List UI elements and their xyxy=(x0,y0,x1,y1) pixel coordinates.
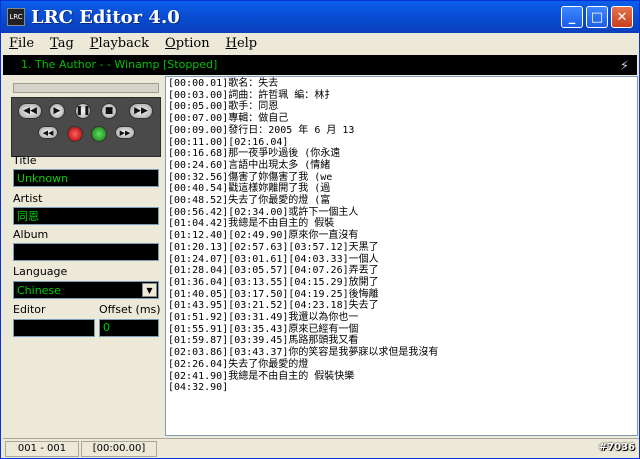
artist-label: Artist xyxy=(13,192,43,205)
winamp-status-bar: 1. The Author - - Winamp [Stopped] ⚡ xyxy=(3,55,637,75)
title-bar[interactable]: LRC LRC Editor 4.0 _ □ ✕ xyxy=(1,1,639,33)
current-time: [00:00.00] xyxy=(81,440,157,457)
maximize-button[interactable]: □ xyxy=(586,6,608,28)
previous-track-button[interactable]: ◀◀ xyxy=(18,103,42,119)
lyric-line: [01:43.95][03:21.52][04:23.18]失去了 xyxy=(168,300,379,312)
lyric-line: [00:32.56]傷害了妳傷害了我 (we xyxy=(168,171,333,183)
close-button[interactable]: ✕ xyxy=(611,6,633,28)
lyric-line: [00:56.42][02:34.00]或許下一個主人 xyxy=(168,206,359,218)
lyric-line: [00:03.00]詞曲：許哲珮 編：林扌 xyxy=(168,89,335,101)
lyric-line: [00:11.00][02:16.04] xyxy=(168,136,289,148)
forward-button[interactable]: ▶▶ xyxy=(115,126,135,139)
offset-label: Offset (ms) xyxy=(99,303,161,316)
album-label: Album xyxy=(13,228,49,241)
status-bar: 001 - 001 [00:00.00] xyxy=(3,438,639,458)
playback-controls: ◀◀ ▶ ❚❚ ■ ▶▶ ◀◀ ▶▶ xyxy=(11,97,161,157)
stop-button[interactable]: ■ xyxy=(101,103,117,119)
lyric-line: [02:26.04]失去了你最愛的燈 xyxy=(168,358,309,370)
language-label: Language xyxy=(13,265,68,278)
sync-icon[interactable] xyxy=(91,126,107,142)
menu-playback[interactable]: Playback xyxy=(90,36,149,51)
menu-option[interactable]: Option xyxy=(165,36,210,51)
next-track-button[interactable]: ▶▶ xyxy=(129,103,153,119)
lyric-line: [01:24.07][03:01.61][04:03.33]一個人 xyxy=(168,253,379,265)
lyric-line: [00:48.52]失去了你最愛的燈 (富 xyxy=(168,195,331,207)
title-field[interactable]: Unknown xyxy=(13,169,159,187)
lyrics-editor[interactable]: [00:00.01]歌名：失去 [00:03.00]詞曲：許哲珮 編：林扌 [0… xyxy=(165,76,638,436)
winamp-logo-icon: ⚡ xyxy=(619,59,629,74)
lyric-line: [00:00.01]歌名：失去 xyxy=(168,78,279,89)
artist-field[interactable]: 同恩 xyxy=(13,207,159,225)
pause-button[interactable]: ❚❚ xyxy=(75,103,91,119)
lyric-line: [00:40.54]戳這樣妳離開了我 (過 xyxy=(168,183,331,195)
lyric-line: [01:12.40][02:49.90]原來你一直沒有 xyxy=(168,230,359,242)
seek-bar[interactable] xyxy=(13,83,159,93)
lyric-line: [04:32.90] xyxy=(168,382,229,394)
metadata-panel: ◀◀ ▶ ❚❚ ■ ▶▶ ◀◀ ▶▶ Title Unknown Artist … xyxy=(3,77,163,437)
menu-tag[interactable]: Tag xyxy=(50,36,74,51)
lyric-line: [00:24.60]言語中出現太多 (情緒 xyxy=(168,159,331,171)
title-label: Title xyxy=(13,154,37,167)
lyric-line: [00:09.00]發行日：2005 年 6 月 13 xyxy=(168,124,355,136)
language-select[interactable]: Chinese ▼ xyxy=(13,281,159,299)
lyric-line: [01:28.04][03:05.57][04:07.26]弄丟了 xyxy=(168,265,379,277)
winamp-status-text: 1. The Author - - Winamp [Stopped] xyxy=(21,58,218,71)
language-select-value: Chinese xyxy=(17,284,61,297)
lyric-line: [00:05.00]歌手：同恩 xyxy=(168,101,279,113)
lyric-line: [01:36.04][03:13.55][04:15.29]放開了 xyxy=(168,276,379,288)
lyric-line: [01:59.87][03:39.45]馬路那頭我又看 xyxy=(168,335,359,347)
lyric-line: [01:20.13][02:57.63][03:57.12]天黑了 xyxy=(168,241,379,253)
app-window: LRC LRC Editor 4.0 _ □ ✕ File Tag Playba… xyxy=(0,0,640,459)
menu-bar: File Tag Playback Option Help xyxy=(1,33,639,54)
record-icon[interactable] xyxy=(67,126,83,142)
rewind-button[interactable]: ◀◀ xyxy=(38,126,58,139)
editor-field[interactable] xyxy=(13,319,95,337)
lyric-line: [01:04.42]我總是不由自主的 假裝 xyxy=(168,218,335,230)
line-counter: 001 - 001 xyxy=(5,440,79,457)
editor-label: Editor xyxy=(13,303,46,316)
window-title: LRC Editor 4.0 xyxy=(31,6,180,28)
album-field[interactable] xyxy=(13,243,159,261)
minimize-button[interactable]: _ xyxy=(561,6,583,28)
offset-field[interactable]: 0 xyxy=(99,319,159,337)
lyric-line: [00:16.68]那一夜爭吵過後 (你永遠 xyxy=(168,148,341,160)
menu-file[interactable]: File xyxy=(9,36,34,51)
lyric-line: [01:40.05][03:17.50][04:19.25]後悔離 xyxy=(168,288,379,300)
lyric-line: [01:55.91][03:35.43]原來已經有一個 xyxy=(168,323,359,335)
menu-help[interactable]: Help xyxy=(226,36,258,51)
lyric-line: [00:07.00]專輯：做自己 xyxy=(168,113,289,125)
lyric-line: [02:03.86][03:43.37]你的笑容是我夢寐以求但是我沒有 xyxy=(168,347,439,359)
play-button[interactable]: ▶ xyxy=(49,103,65,119)
lyric-line: [02:41.90]我總是不由自主的 假裝快樂 xyxy=(168,370,355,382)
lyric-line: [01:51.92][03:31.49]我還以為你也一 xyxy=(168,312,359,324)
app-icon: LRC xyxy=(7,8,25,26)
watermark: #7036 xyxy=(598,442,635,453)
chevron-down-icon[interactable]: ▼ xyxy=(142,283,157,297)
